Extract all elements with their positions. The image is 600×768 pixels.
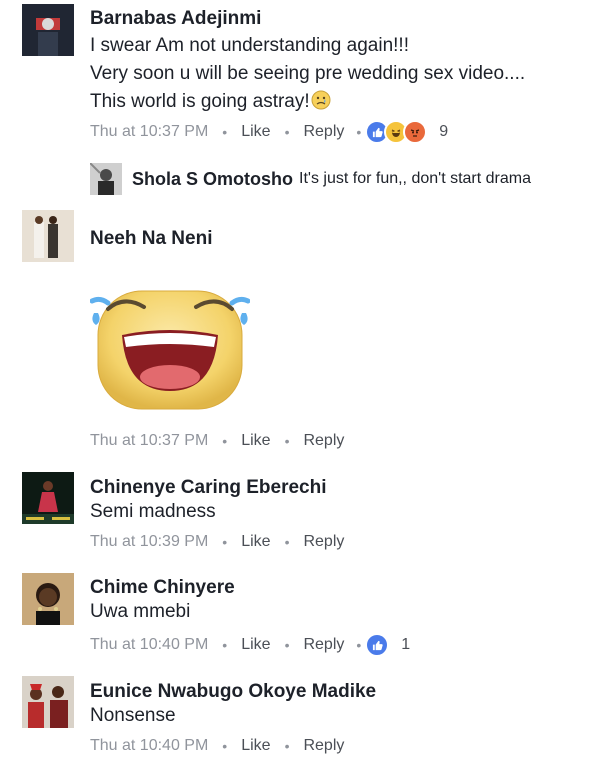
laughing-crying-face-sticker [89,285,251,415]
timestamp[interactable]: Thu at 10:37 PM [90,432,208,450]
reaction-count[interactable]: 1 [401,636,410,654]
avatar[interactable] [22,676,74,728]
reply-button[interactable]: Reply [303,432,344,450]
commenter-name[interactable]: Barnabas Adejinmi [90,8,261,30]
reply-text: It's just for fun,, don't start drama [299,170,531,187]
like-button[interactable]: Like [241,533,270,551]
laughing-tears-face-icon [89,290,251,410]
comment-text: Uwa mmebi [90,601,191,622]
avatar-photo-icon [22,210,74,262]
separator-dot: • [356,637,362,653]
separator-dot: • [356,124,362,140]
separator-dot: • [222,124,228,140]
like-button[interactable]: Like [241,636,270,654]
reply-button[interactable]: Reply [303,737,344,755]
like-button[interactable]: Like [241,123,270,141]
separator-dot: • [222,534,228,550]
like-button[interactable]: Like [241,737,270,755]
comment-text-line-3: This world is going astray! [90,91,310,112]
commenter-name[interactable]: Chime Chinyere [90,577,235,599]
avatar-photo-icon [22,472,74,524]
commenter-name[interactable]: Chinenye Caring Eberechi [90,477,327,499]
reply-button[interactable]: Reply [303,533,344,551]
reaction-count[interactable]: 9 [439,123,448,141]
separator-dot: • [284,433,290,449]
reactions-summary[interactable] [365,633,390,657]
comment-meta: Thu at 10:37 PM • Like • Reply [90,431,344,451]
separator-dot: • [284,124,290,140]
comment-text: Semi madness [90,501,216,522]
avatar-photo-icon [90,163,122,195]
avatar[interactable] [22,573,74,625]
reply-button[interactable]: Reply [303,636,344,654]
avatar[interactable] [22,210,74,262]
avatar-photo-icon [22,676,74,728]
reply-preview[interactable]: Shola S Omotosho It's just for fun,, don… [90,163,531,195]
like-reaction-icon [365,633,390,657]
timestamp[interactable]: Thu at 10:40 PM [90,737,208,755]
timestamp[interactable]: Thu at 10:40 PM [90,636,208,654]
comment-meta: Thu at 10:40 PM • Like • Reply • 1 [90,633,410,657]
like-button[interactable]: Like [241,432,270,450]
comment-meta: Thu at 10:37 PM • Like • Reply • 9 [90,120,448,144]
avatar[interactable] [22,472,74,524]
separator-dot: • [222,637,228,653]
crying-emoji-icon [311,90,331,119]
comment-text: Nonsense [90,705,176,726]
comment-meta: Thu at 10:40 PM • Like • Reply [90,736,344,756]
timestamp[interactable]: Thu at 10:37 PM [90,123,208,141]
angry-reaction-icon [403,120,428,144]
avatar-photo-icon [22,573,74,625]
reply-avatar[interactable] [90,163,122,195]
avatar[interactable] [22,4,74,56]
separator-dot: • [284,637,290,653]
commenter-name[interactable]: Eunice Nwabugo Okoye Madike [90,681,376,703]
separator-dot: • [284,534,290,550]
separator-dot: • [222,738,228,754]
separator-dot: • [222,433,228,449]
avatar-photo-icon [22,4,74,56]
comment-text-line: Very soon u will be seeing pre wedding s… [90,63,526,84]
reply-button[interactable]: Reply [303,123,344,141]
timestamp[interactable]: Thu at 10:39 PM [90,533,208,551]
comment-text-line: I swear Am not understanding again!!! [90,35,409,56]
reply-author-name[interactable]: Shola S Omotosho [132,169,293,190]
comment-meta: Thu at 10:39 PM • Like • Reply [90,532,344,552]
comment-text-line: This world is going astray! [90,88,331,119]
reactions-summary[interactable] [365,120,428,144]
commenter-name[interactable]: Neeh Na Neni [90,228,212,250]
separator-dot: • [284,738,290,754]
